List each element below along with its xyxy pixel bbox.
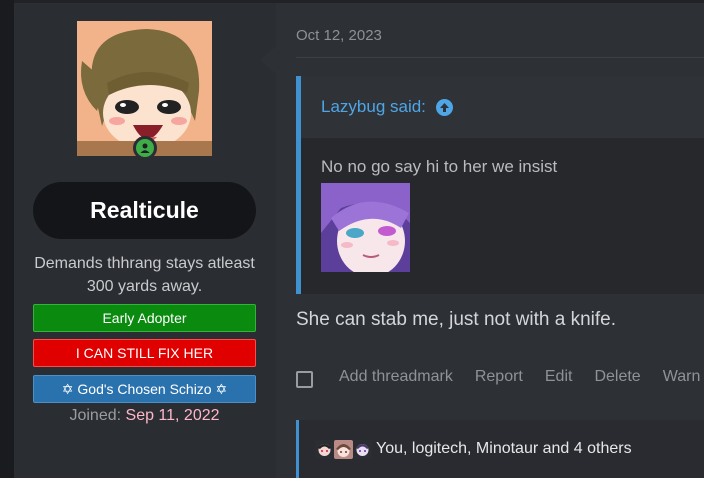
post-body: She can stab me, just not with a knife. bbox=[296, 309, 617, 330]
username[interactable]: Realticule bbox=[33, 182, 256, 239]
quote-text: No no go say hi to her we insist bbox=[321, 157, 558, 176]
reaction-icons bbox=[315, 439, 372, 459]
post-actions: Add threadmark Report Edit Delete Warn bbox=[296, 366, 704, 388]
reaction-avatar-icon bbox=[315, 439, 334, 459]
post-divider bbox=[296, 57, 704, 58]
reactions-text[interactable]: You, logitech, Minotaur and 4 others bbox=[376, 440, 632, 458]
edit-link[interactable]: Edit bbox=[545, 368, 573, 386]
user-sidebar: Realticule Demands thhrang stays atleast… bbox=[14, 0, 276, 478]
post-arrow bbox=[260, 46, 276, 74]
page-frame bbox=[0, 0, 14, 478]
user-title: Demands thhrang stays atleast 300 yards … bbox=[34, 255, 255, 295]
report-link[interactable]: Report bbox=[475, 368, 523, 386]
add-threadmark-link[interactable]: Add threadmark bbox=[339, 368, 453, 386]
reactions-bar[interactable]: You, logitech, Minotaur and 4 others bbox=[296, 420, 704, 478]
online-status-icon bbox=[133, 136, 157, 160]
banner-schizo: ✡ God's Chosen Schizo ✡ bbox=[33, 375, 256, 403]
warn-link[interactable]: Warn bbox=[663, 368, 701, 386]
reaction-avatar-icon bbox=[353, 439, 372, 459]
reaction-avatar-icon bbox=[334, 439, 353, 459]
quote-author[interactable]: Lazybug said: bbox=[321, 97, 426, 117]
delete-link[interactable]: Delete bbox=[594, 368, 640, 386]
joined-date: Sep 11, 2022 bbox=[125, 407, 220, 424]
quote-header[interactable]: Lazybug said: bbox=[301, 76, 704, 138]
post-content: Oct 12, 2023 Lazybug said: No no go say … bbox=[276, 0, 704, 478]
quote-block: Lazybug said: No no go say hi to her we … bbox=[296, 76, 704, 294]
checkbox-icon[interactable] bbox=[296, 370, 313, 388]
jump-to-quote-icon[interactable] bbox=[435, 98, 453, 116]
quote-image[interactable] bbox=[321, 183, 410, 272]
joined-info: Joined: Sep 11, 2022 bbox=[33, 407, 256, 425]
banner-early-adopter: Early Adopter bbox=[33, 304, 256, 332]
banner-fix-her: I CAN STILL FIX HER bbox=[33, 339, 256, 367]
joined-label: Joined: bbox=[69, 407, 122, 424]
post-date[interactable]: Oct 12, 2023 bbox=[296, 27, 382, 44]
